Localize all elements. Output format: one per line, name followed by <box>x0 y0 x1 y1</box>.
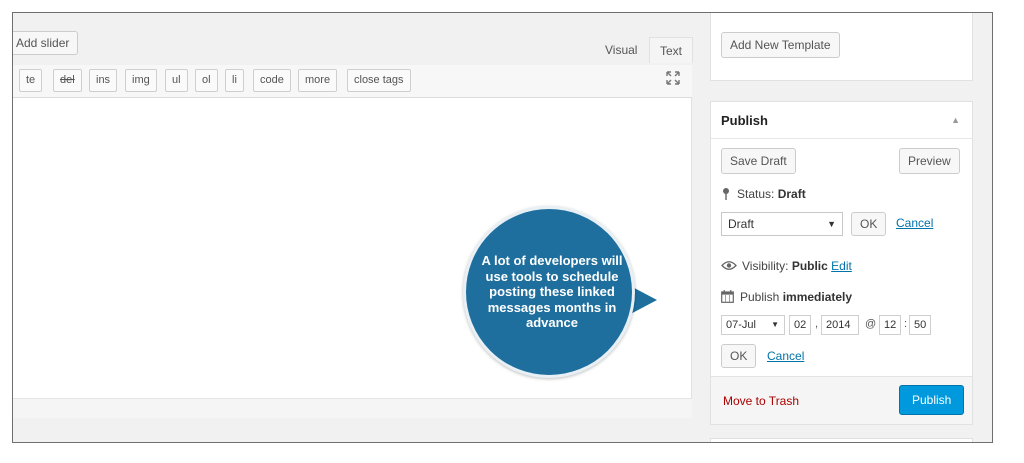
status-select[interactable]: Draft ▼ <box>721 212 843 236</box>
editor-status-bar <box>13 398 692 418</box>
pin-icon <box>723 188 729 200</box>
callout-text: A lot of developers will use tools to sc… <box>481 253 623 330</box>
visibility-row: Visibility: Public Edit <box>721 259 852 273</box>
preview-button[interactable]: Preview <box>899 148 960 174</box>
visibility-edit-link[interactable]: Edit <box>831 259 852 273</box>
publish-box: Publish ▲ Save Draft Preview Status: Dra… <box>710 101 973 425</box>
templates-box: Add New Template <box>710 13 973 81</box>
visibility-label: Visibility: <box>742 259 789 273</box>
status-cancel-link[interactable]: Cancel <box>896 216 933 230</box>
minute-input[interactable]: 50 <box>909 315 931 335</box>
quicktag-img[interactable]: img <box>125 69 157 92</box>
quicktag-more[interactable]: more <box>298 69 338 92</box>
date-at: @ <box>865 318 877 330</box>
month-select[interactable]: 07-Jul ▼ <box>721 315 785 335</box>
status-select-value: Draft <box>728 217 755 231</box>
chevron-down-icon: ▼ <box>827 219 836 229</box>
quicktag-quote[interactable]: te <box>19 69 43 92</box>
expand-icon-svg <box>666 71 680 85</box>
year-input[interactable]: 2014 <box>821 315 859 335</box>
time-colon: : <box>904 318 908 330</box>
status-row: Status: Draft <box>721 187 806 201</box>
quicktag-li[interactable]: li <box>225 69 244 92</box>
hour-input[interactable]: 12 <box>879 315 901 335</box>
quicktag-ol[interactable]: ol <box>195 69 218 92</box>
status-value: Draft <box>777 187 806 201</box>
date-ok-button[interactable]: OK <box>721 344 757 368</box>
quicktag-del[interactable]: del <box>53 69 82 92</box>
quicktag-code[interactable]: code <box>253 69 291 92</box>
save-draft-button[interactable]: Save Draft <box>721 148 796 174</box>
publish-label: Publish <box>740 290 780 304</box>
status-label: Status: <box>737 187 775 201</box>
tab-text[interactable]: Text <box>649 37 694 63</box>
visibility-value: Public <box>791 259 828 273</box>
eye-icon <box>721 261 737 270</box>
month-value: 07-Jul <box>726 319 756 331</box>
callout-bubble: A lot of developers will use tools to sc… <box>463 206 635 378</box>
move-to-trash-link[interactable]: Move to Trash <box>723 394 799 408</box>
publish-box-footer: Move to Trash Publish <box>711 376 972 424</box>
date-comma: , <box>815 318 819 330</box>
add-new-template-button[interactable]: Add New Template <box>721 32 840 58</box>
publish-button[interactable]: Publish <box>899 385 965 415</box>
chevron-down-icon: ▼ <box>771 320 779 329</box>
quicktag-ul[interactable]: ul <box>165 69 188 92</box>
publish-schedule-row: Publish immediately <box>721 290 852 304</box>
quicktag-close-tags[interactable]: close tags <box>347 69 411 92</box>
publish-box-header[interactable]: Publish ▲ <box>711 102 972 139</box>
expand-icon[interactable] <box>665 71 681 87</box>
quicktag-ins[interactable]: ins <box>89 69 118 92</box>
day-input[interactable]: 02 <box>789 315 811 335</box>
calendar-icon <box>721 290 734 303</box>
publish-box-title: Publish <box>721 113 768 128</box>
collapse-arrow-icon[interactable]: ▲ <box>951 115 960 125</box>
date-cancel-link[interactable]: Cancel <box>767 349 804 363</box>
next-meta-box <box>710 438 973 442</box>
add-slider-button[interactable]: Add slider <box>13 31 79 55</box>
tab-visual[interactable]: Visual <box>595 37 647 63</box>
status-ok-button[interactable]: OK <box>851 212 887 236</box>
publish-when: immediately <box>782 290 853 304</box>
quicktags-toolbar: te del ins img ul ol li code more close … <box>13 65 692 98</box>
editor-top-bar: Add slider Visual Text <box>13 13 694 73</box>
